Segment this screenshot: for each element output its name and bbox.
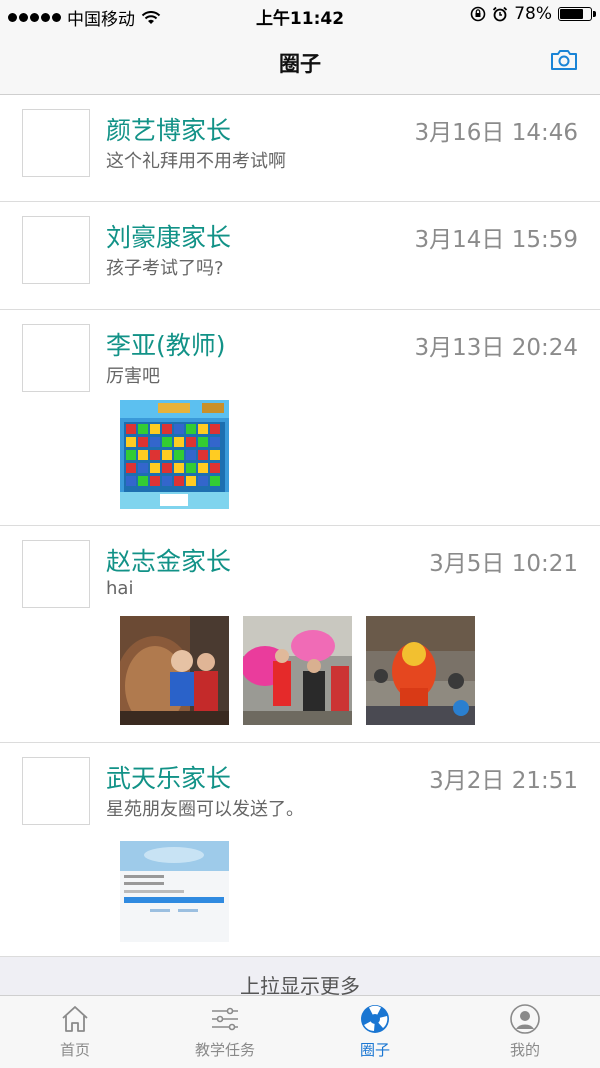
post-author[interactable]: 赵志金家长	[106, 542, 231, 578]
aperture-icon	[361, 1005, 389, 1033]
tab-home-label: 首页	[59, 1041, 90, 1059]
avatar[interactable]	[22, 216, 90, 284]
avatar[interactable]	[22, 109, 90, 177]
post-author[interactable]: 颜艺博家长	[106, 111, 231, 147]
status-right: 78%	[470, 4, 596, 24]
post-photo-app-screenshot[interactable]	[120, 833, 229, 942]
post-author[interactable]: 刘豪康家长	[106, 218, 231, 254]
post-item[interactable]: 颜艺博家长 3月16日 14:46 这个礼拜用不用考试啊	[0, 95, 600, 202]
post-author[interactable]: 武天乐家长	[106, 759, 231, 795]
tab-teaching-tasks-label: 教学任务	[194, 1041, 255, 1059]
user-icon	[510, 1004, 540, 1034]
navigation-bar: 圈子	[0, 30, 600, 95]
post-item[interactable]: 李亚(教师) 3月13日 20:24 厉害吧	[0, 310, 600, 526]
alarm-icon	[493, 6, 508, 22]
tab-teaching-tasks[interactable]: 教学任务	[150, 996, 300, 1068]
avatar[interactable]	[22, 540, 90, 608]
load-more-label: 上拉显示更多	[240, 974, 360, 997]
battery-icon	[558, 7, 596, 21]
post-time: 3月14日 15:59	[414, 227, 579, 253]
camera-icon[interactable]	[550, 48, 578, 72]
tab-mine[interactable]: 我的	[450, 996, 600, 1068]
load-more-indicator[interactable]: 上拉显示更多	[0, 956, 600, 997]
tab-circle[interactable]: 圈子	[300, 996, 450, 1068]
post-author[interactable]: 李亚(教师)	[106, 326, 226, 362]
home-icon	[62, 1006, 88, 1032]
status-bar: 中国移动 上午11:42 78%	[0, 0, 600, 30]
post-content: hai	[106, 578, 134, 599]
rotation-lock-icon	[470, 6, 486, 22]
post-photo-child-drum[interactable]	[120, 616, 229, 725]
post-time: 3月16日 14:46	[414, 120, 579, 146]
post-time: 3月5日 10:21	[429, 551, 578, 577]
avatar[interactable]	[22, 757, 90, 825]
post-photos	[120, 400, 229, 509]
avatar[interactable]	[22, 324, 90, 392]
tab-home[interactable]: 首页	[0, 996, 150, 1068]
post-item[interactable]: 刘豪康家长 3月14日 15:59 孩子考试了吗?	[0, 202, 600, 310]
post-time: 3月13日 20:24	[414, 335, 579, 361]
post-content: 这个礼拜用不用考试啊	[106, 151, 286, 172]
battery-percent: 78%	[514, 4, 552, 24]
post-photos	[120, 833, 229, 942]
post-feed: 颜艺博家长 3月16日 14:46 这个礼拜用不用考试啊 刘豪康家长 3月14日…	[0, 95, 600, 959]
post-photos	[120, 616, 475, 725]
sliders-icon	[212, 1007, 238, 1031]
tab-circle-label: 圈子	[359, 1041, 390, 1059]
post-content: 厉害吧	[106, 366, 160, 387]
post-content: 孩子考试了吗?	[106, 258, 224, 279]
page-title: 圈子	[279, 52, 321, 76]
post-item[interactable]: 赵志金家长 3月5日 10:21 hai	[0, 526, 600, 743]
tab-mine-label: 我的	[509, 1041, 540, 1059]
post-photo-fan-dance[interactable]	[243, 616, 352, 725]
tab-bar: 首页 教学任务 圈子 我的	[0, 995, 600, 1068]
post-photo-game-screenshot[interactable]	[120, 400, 229, 509]
post-photo-lion-dance[interactable]	[366, 616, 475, 725]
post-content: 星苑朋友圈可以发送了。	[106, 799, 304, 820]
post-item[interactable]: 武天乐家长 3月2日 21:51 星苑朋友圈可以发送了。	[0, 743, 600, 959]
post-time: 3月2日 21:51	[429, 768, 578, 794]
